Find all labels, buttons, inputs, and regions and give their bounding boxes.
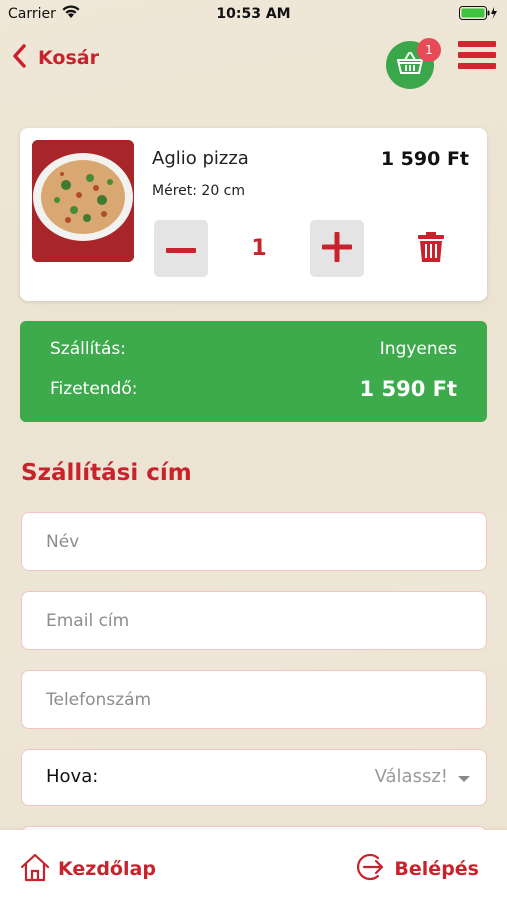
battery-icon xyxy=(459,6,499,24)
caret-down-icon xyxy=(458,776,470,782)
back-label: Kosár xyxy=(38,47,99,69)
destination-label: Hova: xyxy=(46,766,99,787)
shipping-label: Szállítás: xyxy=(50,339,126,359)
quantity-value: 1 xyxy=(251,236,267,261)
menu-line xyxy=(458,41,496,47)
clock: 10:53 AM xyxy=(216,6,291,22)
tab-home[interactable]: Kezdőlap xyxy=(20,852,156,886)
shipping-value: Ingyenes xyxy=(379,339,457,359)
tab-login-label: Belépés xyxy=(394,858,479,880)
cart-item-card: Aglio pizza 1 590 Ft Méret: 20 cm 1 xyxy=(20,128,487,301)
cart-count-badge: 1 xyxy=(417,38,441,62)
back-button[interactable]: Kosár xyxy=(12,44,99,72)
bottom-tab-bar: Kezdőlap Belépés xyxy=(0,830,507,900)
email-input[interactable] xyxy=(21,591,487,650)
decrease-quantity-button[interactable] xyxy=(154,220,208,277)
phone-input[interactable] xyxy=(21,670,487,729)
product-name: Aglio pizza xyxy=(152,148,249,169)
login-icon xyxy=(356,852,386,886)
top-nav: Kosár 1 xyxy=(0,38,507,89)
status-bar: Carrier 10:53 AM xyxy=(0,0,507,28)
product-price: 1 590 Ft xyxy=(380,148,469,170)
tab-login[interactable]: Belépés xyxy=(356,852,479,886)
chevron-left-icon xyxy=(12,44,26,72)
section-title-address: Szállítási cím xyxy=(21,460,192,486)
product-size: Méret: 20 cm xyxy=(152,183,246,199)
total-value: 1 590 Ft xyxy=(359,377,457,401)
plus-icon xyxy=(322,231,352,266)
menu-line xyxy=(458,52,496,58)
order-summary: Szállítás: Ingyenes Fizetendő: 1 590 Ft xyxy=(20,321,487,422)
hamburger-menu-button[interactable] xyxy=(458,41,496,79)
tab-home-label: Kezdőlap xyxy=(58,858,156,880)
menu-line xyxy=(458,63,496,69)
destination-select[interactable]: Hova: Válassz! xyxy=(21,749,487,806)
remove-item-button[interactable] xyxy=(418,232,452,268)
name-input[interactable] xyxy=(21,512,487,571)
trash-icon xyxy=(418,232,444,266)
home-icon xyxy=(20,852,50,886)
increase-quantity-button[interactable] xyxy=(310,220,364,277)
destination-value: Válassz! xyxy=(374,766,448,787)
pizza-image xyxy=(32,140,134,262)
minus-icon xyxy=(166,239,196,258)
total-label: Fizetendő: xyxy=(50,379,138,399)
